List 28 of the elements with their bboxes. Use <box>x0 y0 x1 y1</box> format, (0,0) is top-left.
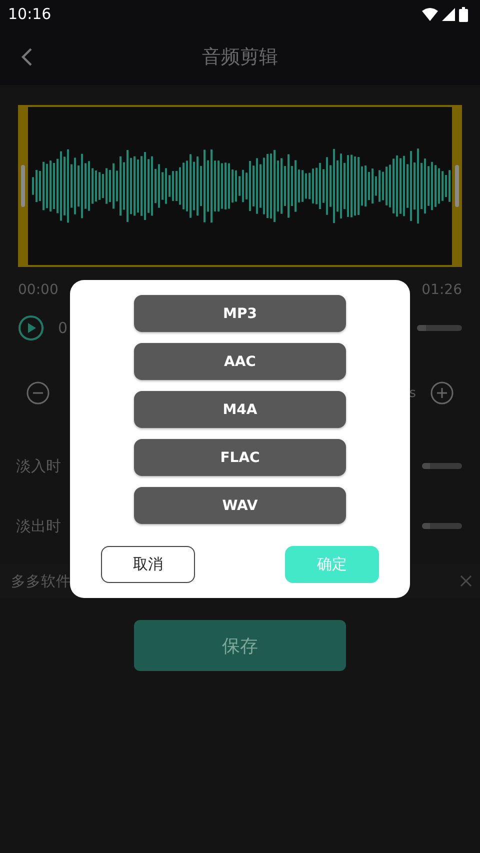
ad-text: 多多软件 <box>11 572 71 590</box>
format-option[interactable]: WAV <box>134 487 346 524</box>
format-option[interactable]: MP3 <box>134 295 346 332</box>
position-time: 0 <box>58 319 68 337</box>
trim-handle[interactable] <box>18 105 28 267</box>
back-icon[interactable] <box>20 47 34 67</box>
format-option[interactable]: FLAC <box>134 439 346 476</box>
start-time: 00:00 <box>18 282 58 298</box>
status-time: 10:16 <box>8 5 52 23</box>
fade-in-label: 淡入时 <box>16 456 61 476</box>
fade-out-label: 淡出时 <box>16 516 61 536</box>
page-title: 音频剪辑 <box>202 44 278 70</box>
play-icon[interactable] <box>18 315 44 341</box>
cancel-button[interactable]: 取消 <box>101 546 195 583</box>
end-time: 01:26 <box>422 282 462 298</box>
fade-in-slider[interactable] <box>422 463 462 469</box>
plus-icon[interactable] <box>430 381 454 405</box>
step-unit: s <box>409 386 416 400</box>
format-option[interactable]: AAC <box>134 343 346 380</box>
trim-handle[interactable] <box>452 105 462 267</box>
playback-slider[interactable] <box>417 325 462 331</box>
signal-icon <box>442 8 455 20</box>
minus-icon[interactable] <box>26 381 50 405</box>
battery-icon <box>459 6 468 22</box>
fade-out-slider[interactable] <box>422 523 462 529</box>
close-icon[interactable] <box>460 575 472 587</box>
format-option[interactable]: M4A <box>134 391 346 428</box>
wifi-icon <box>422 8 438 20</box>
